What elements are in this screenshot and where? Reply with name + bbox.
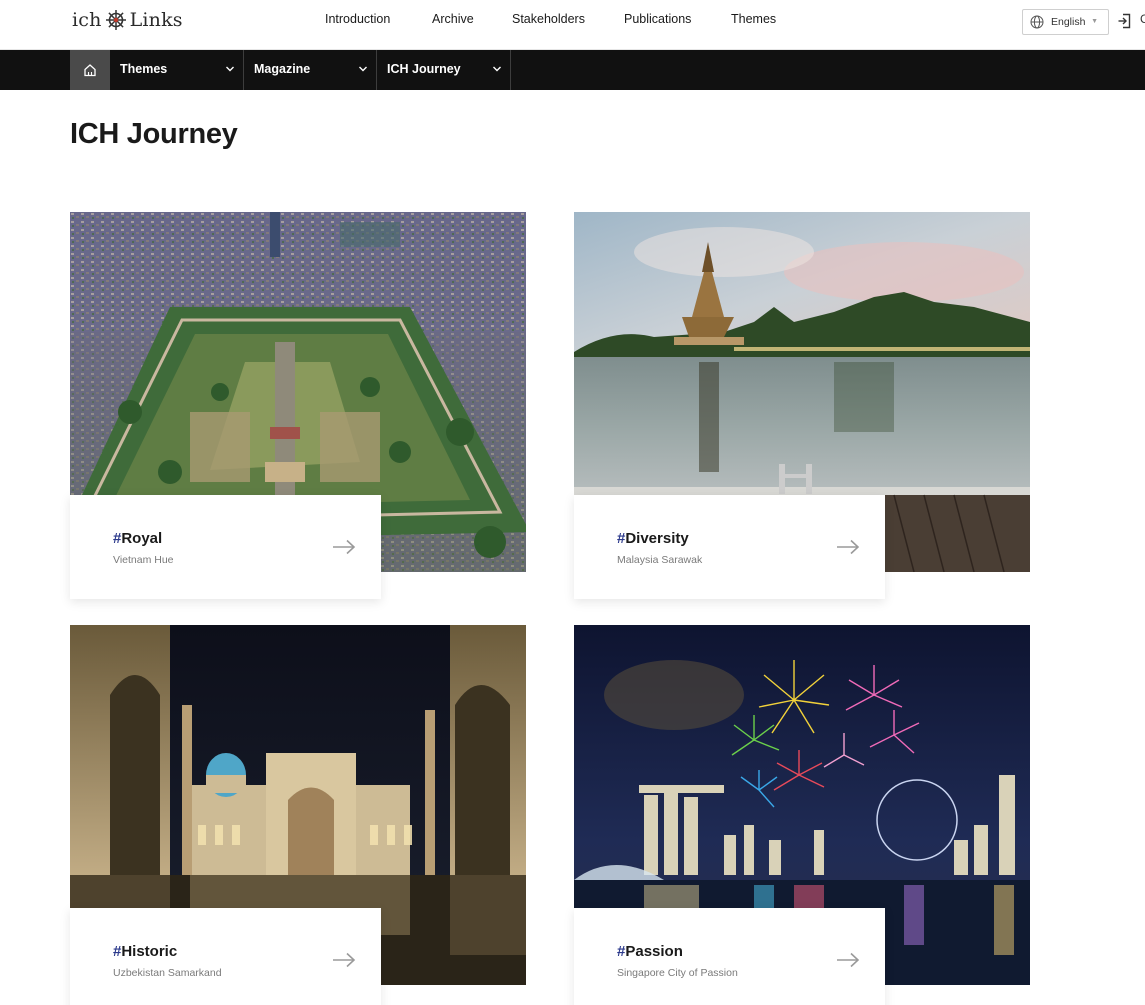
nav-stakeholders[interactable]: Stakeholders	[512, 12, 585, 26]
card-caption[interactable]: #Royal Vietnam Hue	[70, 495, 381, 599]
card-tag-text: Royal	[121, 530, 163, 547]
home-button[interactable]	[70, 50, 110, 90]
logo-text-links: Links	[129, 9, 183, 31]
logout-icon[interactable]	[1117, 13, 1132, 29]
caret-down-icon: ▼	[1091, 18, 1098, 25]
chevron-down-icon	[226, 66, 234, 72]
home-icon	[84, 64, 96, 77]
language-select[interactable]: English ▼	[1022, 9, 1109, 35]
arrow-right-icon[interactable]	[332, 539, 356, 555]
breadcrumb-bar: Themes Magazine ICH Journey	[0, 50, 1145, 90]
ship-wheel-icon	[105, 10, 126, 30]
card-tag: #Passion	[617, 943, 683, 960]
arrow-right-icon[interactable]	[332, 952, 356, 968]
card-tag: #Historic	[113, 943, 177, 960]
card-location: Singapore City of Passion	[617, 967, 738, 979]
card-tag-text: Diversity	[625, 530, 689, 547]
nav-archive[interactable]: Archive	[432, 12, 474, 26]
card-tag-text: Passion	[625, 943, 683, 960]
logo-text-ich: ich	[72, 9, 102, 31]
card-caption[interactable]: #Historic Uzbekistan Samarkand	[70, 908, 381, 1005]
breadcrumb-label: ICH Journey	[387, 62, 461, 76]
card-tag: #Diversity	[617, 530, 689, 547]
arrow-right-icon[interactable]	[836, 539, 860, 555]
breadcrumb-themes-dropdown[interactable]: Themes	[110, 50, 244, 90]
card-location: Vietnam Hue	[113, 554, 174, 566]
breadcrumb-magazine-dropdown[interactable]: Magazine	[244, 50, 377, 90]
card-location: Malaysia Sarawak	[617, 554, 703, 566]
nav-publications[interactable]: Publications	[624, 12, 691, 26]
card-tag-text: Historic	[121, 943, 178, 960]
card-location: Uzbekistan Samarkand	[113, 967, 222, 979]
page-title: ICH Journey	[70, 118, 238, 150]
breadcrumb-ich-journey-dropdown[interactable]: ICH Journey	[377, 50, 511, 90]
cut-off-menu-item[interactable]: C	[1140, 12, 1145, 26]
site-logo[interactable]: ich Links	[72, 8, 183, 32]
nav-themes[interactable]: Themes	[731, 12, 776, 26]
card-caption[interactable]: #Diversity Malaysia Sarawak	[574, 495, 885, 599]
breadcrumb-label: Magazine	[254, 62, 311, 76]
chevron-down-icon	[359, 66, 367, 72]
card-caption[interactable]: #Passion Singapore City of Passion	[574, 908, 885, 1005]
language-value: English	[1051, 16, 1086, 28]
breadcrumb-label: Themes	[120, 62, 168, 76]
chevron-down-icon	[493, 66, 501, 72]
card-tag: #Royal	[113, 530, 162, 547]
top-header: ich Links Introduction Archive Stakehold…	[0, 0, 1145, 50]
arrow-right-icon[interactable]	[836, 952, 860, 968]
globe-icon	[1030, 15, 1044, 29]
nav-introduction[interactable]: Introduction	[325, 12, 390, 26]
